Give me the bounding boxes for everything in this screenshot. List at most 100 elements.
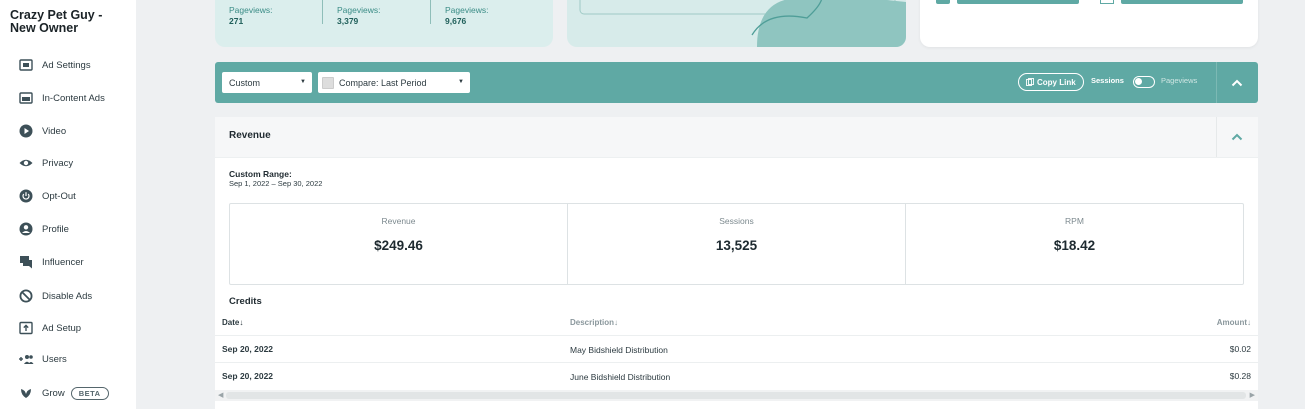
row-divider [215, 335, 1258, 336]
row-divider [215, 362, 1258, 363]
revenue-panel-header: Revenue [215, 117, 1258, 158]
row-date: Sep 20, 2022 [222, 344, 274, 354]
custom-range-label: Custom Range: [229, 169, 292, 179]
pageviews-stat-value: 9,676 [445, 16, 467, 26]
sidebar-item-ad-settings[interactable]: Ad Settings [18, 56, 91, 74]
caret-down-icon: ▼ [458, 79, 464, 85]
copy-icon [1026, 78, 1034, 86]
sidebar-item-label: Video [42, 125, 67, 137]
grow-leaf-icon [18, 385, 34, 401]
pageviews-stat-value: 271 [229, 16, 244, 26]
metric-value: 13,525 [715, 238, 758, 253]
sidebar-item-in-content-ads[interactable]: In-Content Ads [18, 89, 105, 107]
sidebar-item-label: Opt-Out [42, 190, 76, 202]
users-add-icon [18, 351, 34, 367]
scrollbar-thumb[interactable] [226, 392, 1246, 399]
sidebar-item-disable-ads[interactable]: Disable Ads [18, 287, 92, 305]
row-description: June Bidshield Distribution [570, 372, 671, 382]
compare-checkbox[interactable] [322, 76, 334, 89]
custom-range-value: Sep 1, 2022 – Sep 30, 2022 [229, 179, 323, 188]
copy-link-label: Copy Link [1037, 77, 1076, 87]
action-button[interactable] [1121, 0, 1243, 4]
chevron-up-icon [1231, 79, 1243, 86]
sidebar-item-privacy[interactable]: Privacy [18, 154, 73, 172]
sidebar-item-profile[interactable]: Profile [18, 220, 69, 238]
date-range-select-value: Custom [229, 77, 261, 88]
row-description: May Bidshield Distribution [570, 345, 668, 355]
scroll-right-icon[interactable]: ▶ [1250, 391, 1255, 399]
metric-label: Sessions [719, 216, 754, 226]
sidebar-item-users[interactable]: Users [18, 350, 67, 368]
sidebar-item-opt-out[interactable]: Opt-Out [18, 187, 76, 205]
column-header-amount[interactable]: Amount↓ [1217, 318, 1251, 327]
row-date: Sep 20, 2022 [222, 371, 274, 381]
date-range-select[interactable]: Custom ▼ [222, 72, 312, 93]
sidebar-item-grow[interactable]: Grow BETA [18, 384, 109, 402]
collapse-revenue-button[interactable] [1216, 117, 1258, 157]
sidebar-item-label: Grow [42, 387, 65, 399]
toggle-label-sessions: Sessions [1091, 76, 1124, 85]
sidebar-item-ad-setup[interactable]: Ad Setup [18, 319, 81, 337]
metric-revenue: Revenue $249.46 [230, 204, 568, 284]
sidebar: Crazy Pet Guy - New Owner Ad Settings In… [0, 0, 136, 409]
sessions-pageviews-toggle[interactable] [1133, 76, 1155, 88]
caret-down-icon: ▼ [300, 79, 306, 85]
sidebar-item-label: Profile [42, 223, 69, 235]
pageviews-stat: Pageviews: 9,676 [445, 5, 488, 27]
column-header-date[interactable]: Date↓ [222, 318, 243, 327]
toggle-knob [1135, 78, 1142, 85]
scroll-left-icon[interactable]: ◀ [218, 391, 223, 399]
site-title: Crazy Pet Guy - New Owner [10, 9, 102, 35]
pageviews-summary-card: Pageviews: 271 Pageviews: 3,379 Pageview… [215, 0, 553, 47]
power-icon [18, 188, 34, 204]
metric-label: RPM [1065, 216, 1084, 226]
pageviews-stat-label: Pageviews: [229, 5, 273, 15]
sidebar-item-label: Users [42, 353, 67, 365]
copy-link-button[interactable]: Copy Link [1018, 73, 1084, 91]
metric-value: $249.46 [374, 238, 423, 253]
pageviews-stat: Pageviews: 3,379 [337, 5, 380, 27]
panel-title: Revenue [229, 130, 271, 141]
row-amount: $0.28 [1229, 371, 1251, 381]
compare-select-value: Compare: Last Period [339, 77, 427, 88]
pageviews-stat-label: Pageviews: [445, 5, 489, 15]
chevron-up-icon [1231, 133, 1243, 141]
upload-box-icon [18, 320, 34, 336]
horizontal-scrollbar[interactable]: ◀ ▶ [215, 390, 1258, 401]
user-icon [18, 221, 34, 237]
ad-settings-icon [18, 57, 34, 73]
action-button[interactable] [957, 0, 1079, 4]
sidebar-item-label: Disable Ads [42, 290, 93, 302]
column-header-description[interactable]: Description↓ [570, 318, 618, 327]
video-play-icon [18, 123, 34, 139]
metric-value: $18.42 [1053, 238, 1096, 253]
site-title-line2: New Owner [10, 21, 79, 35]
sidebar-item-label: Ad Settings [42, 59, 91, 71]
metric-label: Revenue [381, 216, 416, 226]
in-content-ads-icon [18, 90, 34, 106]
divider [322, 0, 323, 24]
wave-illustration [579, 0, 906, 47]
toggle-label-pageviews: Pageviews [1161, 76, 1198, 85]
metric-rpm: RPM $18.42 [906, 204, 1243, 284]
sidebar-item-influencer[interactable]: Influencer [18, 253, 84, 271]
compare-select[interactable]: Compare: Last Period ▼ [318, 72, 470, 93]
collapse-toolbar-button[interactable] [1216, 62, 1258, 103]
pageviews-stat-value: 3,379 [337, 16, 359, 26]
action-icon [1100, 0, 1114, 4]
divider [430, 0, 431, 24]
actions-card [920, 0, 1258, 47]
sidebar-item-label: Influencer [42, 256, 84, 268]
metric-sessions: Sessions 13,525 [568, 204, 906, 284]
metrics-summary: Revenue $249.46 Sessions 13,525 RPM $18.… [229, 203, 1244, 285]
sidebar-item-label: Privacy [42, 157, 74, 169]
illustration-card [567, 0, 906, 47]
report-toolbar: Custom ▼ Compare: Last Period ▼ Copy Lin… [215, 62, 1258, 103]
row-amount: $0.02 [1229, 344, 1251, 354]
pageviews-stat: Pageviews: 271 [229, 5, 272, 27]
sidebar-item-label: Ad Setup [42, 322, 82, 334]
sidebar-item-video[interactable]: Video [18, 122, 66, 140]
revenue-panel: Revenue Custom Range: Sep 1, 2022 – Sep … [215, 117, 1258, 409]
block-icon [18, 288, 34, 304]
beta-badge: BETA [70, 386, 109, 400]
